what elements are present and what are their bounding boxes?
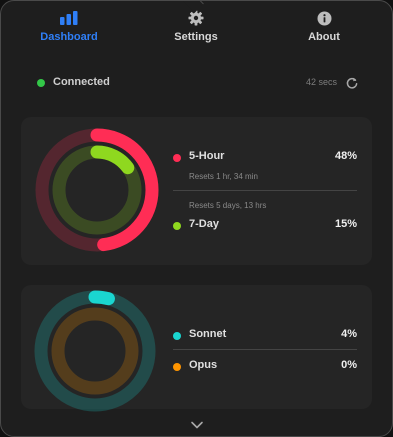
tab-about[interactable]: About <box>279 9 369 45</box>
chevron-down-icon[interactable] <box>190 417 204 429</box>
status-label: Connected <box>53 76 110 88</box>
series-dot <box>173 154 181 162</box>
usage-row-5-hour: 5-Hour 48% <box>173 150 357 166</box>
usage-rings <box>35 128 159 252</box>
tab-dashboard[interactable]: Dashboard <box>24 9 114 45</box>
info-icon <box>317 9 332 27</box>
row-percent: 48% <box>334 150 357 162</box>
divider <box>173 190 357 191</box>
model-row-opus: Opus 0% <box>173 359 357 375</box>
tab-about-label: About <box>308 31 340 43</box>
reset-time: Resets 1 hr, 34 min <box>189 172 258 181</box>
row-label: Opus <box>189 359 218 371</box>
gear-icon <box>188 9 204 27</box>
row-label: 5-Hour <box>189 150 225 162</box>
row-label: 7-Day <box>189 218 219 230</box>
series-dot <box>173 332 181 340</box>
model-row-sonnet: Sonnet 4% <box>173 328 357 344</box>
series-dot <box>173 363 181 371</box>
tab-settings[interactable]: Settings <box>151 9 241 45</box>
app-window: Dashboard Settings About Connected 42 se… <box>0 0 393 437</box>
connection-status: Connected 42 secs <box>37 76 359 90</box>
row-percent: 0% <box>341 359 357 371</box>
series-dot <box>173 222 181 230</box>
row-label: Sonnet <box>189 328 227 340</box>
tab-settings-label: Settings <box>174 31 218 43</box>
refresh-icon[interactable] <box>345 76 359 90</box>
tab-dashboard-label: Dashboard <box>40 31 98 43</box>
divider <box>173 349 357 350</box>
status-dot <box>37 79 45 87</box>
model-card: Sonnet 4% Opus 0% <box>21 285 372 412</box>
ring-opus <box>58 314 132 388</box>
row-percent: 15% <box>334 218 357 230</box>
model-rings <box>34 290 156 412</box>
reset-time: Resets 5 days, 13 hrs <box>189 201 267 210</box>
usage-card: 5-Hour 48% Resets 1 hr, 34 min Resets 5 … <box>21 117 372 265</box>
bar-chart-icon <box>60 9 78 27</box>
last-updated: 42 secs <box>305 77 337 87</box>
usage-row-7-day: 7-Day 15% <box>173 218 357 234</box>
row-percent: 4% <box>341 328 357 340</box>
